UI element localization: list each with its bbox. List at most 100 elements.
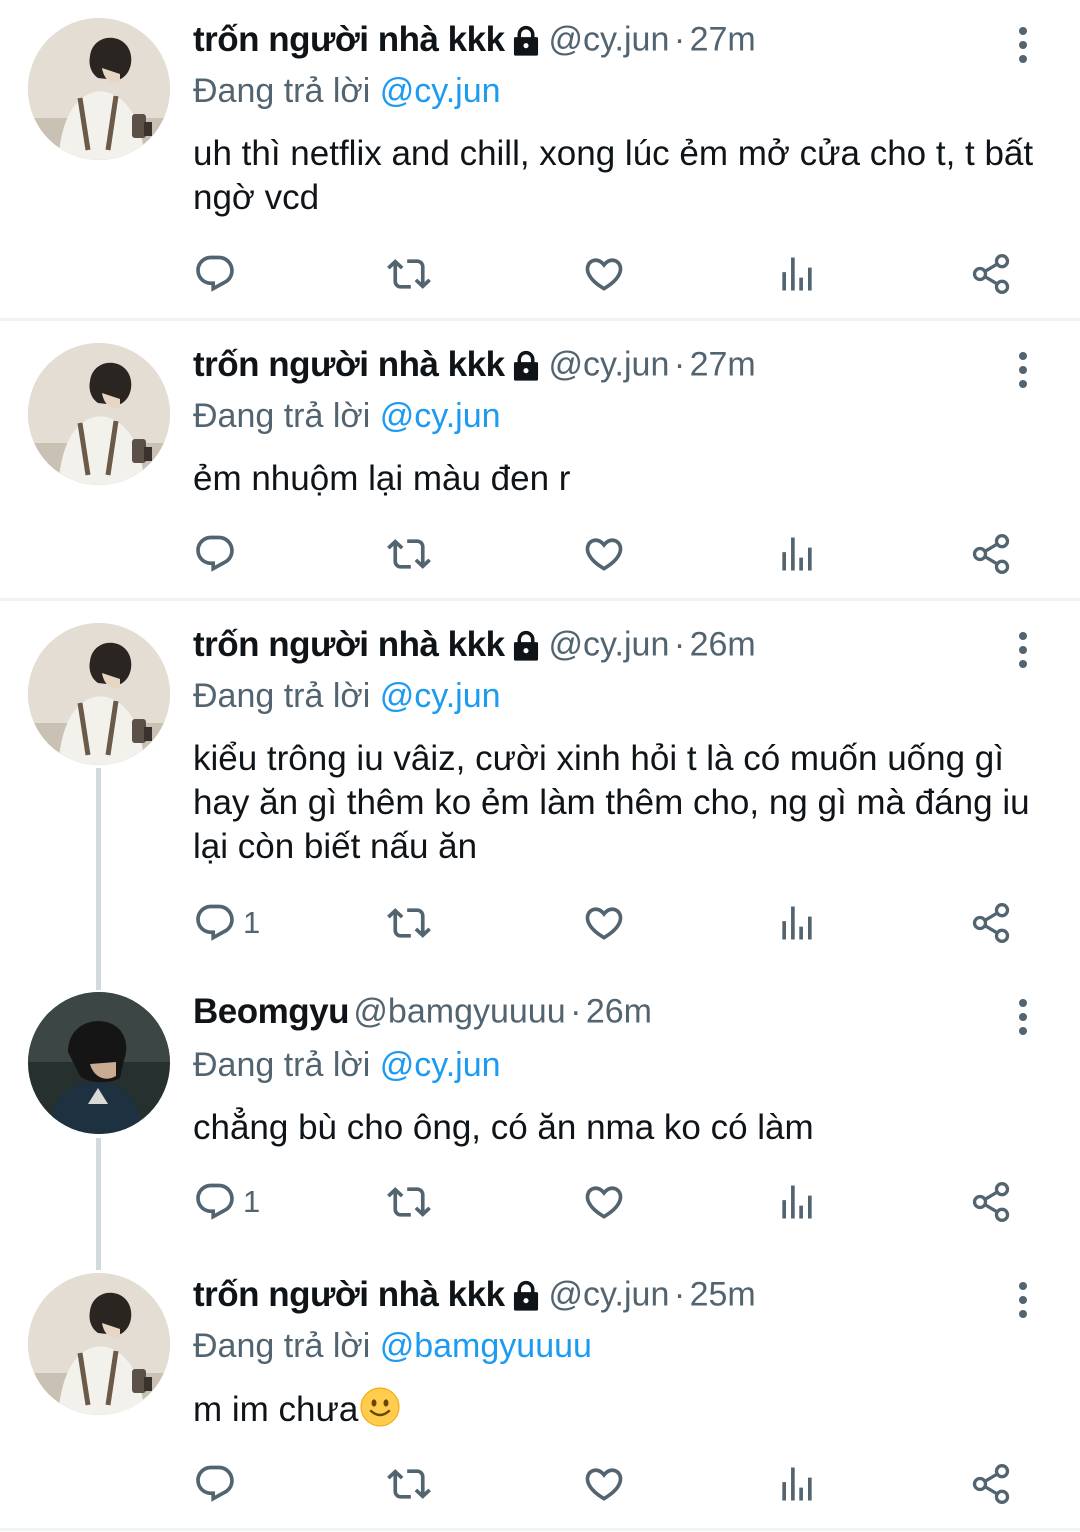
more-options-icon[interactable] <box>1008 20 1038 70</box>
views-button[interactable] <box>775 252 819 296</box>
display-name[interactable]: Beomgyu <box>193 992 349 1031</box>
views-button[interactable] <box>775 901 819 945</box>
tweet-thread: trốn người nhà kkk @cy.jun · 27m Đang trả… <box>0 0 1080 1532</box>
avatar[interactable] <box>28 1273 170 1415</box>
avatar[interactable] <box>28 343 170 485</box>
separator: · <box>673 345 686 384</box>
share-button[interactable] <box>969 1180 1013 1224</box>
mention-link[interactable]: @cy.jun <box>380 677 501 715</box>
replying-to-label: Đang trả lời <box>193 1327 371 1365</box>
like-button[interactable] <box>582 901 626 945</box>
retweet-icon <box>387 1462 431 1506</box>
retweet-button[interactable] <box>387 252 431 296</box>
views-button[interactable] <box>775 1462 819 1506</box>
views-button[interactable] <box>775 532 819 576</box>
mention-link[interactable]: @cy.jun <box>380 397 501 435</box>
timestamp[interactable]: 25m <box>690 1276 756 1314</box>
tweet-text-container: m im chưa <box>193 1387 1043 1432</box>
like-button[interactable] <box>582 1180 626 1224</box>
display-name[interactable]: trốn người nhà kkk <box>193 1275 505 1314</box>
more-options-icon[interactable] <box>1008 625 1038 675</box>
action-bar <box>193 1462 1020 1506</box>
tweet-header: trốn người nhà kkk @cy.jun · 27m <box>193 20 1010 70</box>
analytics-icon <box>775 532 819 576</box>
timestamp[interactable]: 26m <box>586 993 652 1031</box>
replying-to-label: Đang trả lời <box>193 397 371 435</box>
action-bar <box>193 532 1020 576</box>
more-options-icon[interactable] <box>1008 992 1038 1042</box>
retweet-button[interactable] <box>387 1462 431 1506</box>
retweet-button[interactable] <box>387 901 431 945</box>
tweet[interactable]: trốn người nhà kkk @cy.jun · 26m Đang trả… <box>0 604 1080 976</box>
mention-link[interactable]: @cy.jun <box>380 72 501 110</box>
avatar[interactable] <box>28 18 170 160</box>
tweet[interactable]: Beomgyu @bamgyuuuu · 26m Đang trả lời @c… <box>0 976 1080 1256</box>
reply-icon <box>193 1180 237 1224</box>
analytics-icon <box>775 252 819 296</box>
share-button[interactable] <box>969 901 1013 945</box>
reply-icon <box>193 252 237 296</box>
share-button[interactable] <box>969 252 1013 296</box>
replying-to: Đang trả lời @cy.jun <box>193 1046 501 1085</box>
reply-button[interactable] <box>193 532 243 576</box>
reply-icon <box>193 901 237 945</box>
separator: · <box>673 625 686 664</box>
divider <box>0 318 1080 321</box>
reply-button[interactable]: 1 <box>193 1180 260 1224</box>
separator: · <box>673 20 686 59</box>
share-icon <box>969 1180 1013 1224</box>
handle[interactable]: @cy.jun <box>549 626 670 664</box>
timestamp[interactable]: 27m <box>690 346 756 384</box>
replying-to-label: Đang trả lời <box>193 677 371 715</box>
share-button[interactable] <box>969 1462 1013 1506</box>
tweet-header: trốn người nhà kkk @cy.jun · 25m <box>193 1275 1010 1325</box>
retweet-icon <box>387 532 431 576</box>
display-name[interactable]: trốn người nhà kkk <box>193 20 505 59</box>
like-button[interactable] <box>582 532 626 576</box>
timestamp[interactable]: 27m <box>690 21 756 59</box>
reply-count: 1 <box>243 1184 261 1219</box>
tweet-text: uh thì netflix and chill, xong lúc ẻm mở… <box>193 134 1034 217</box>
heart-icon <box>582 901 626 945</box>
handle[interactable]: @bamgyuuuu <box>353 993 565 1031</box>
retweet-button[interactable] <box>387 532 431 576</box>
like-button[interactable] <box>582 252 626 296</box>
more-options-icon[interactable] <box>1008 345 1038 395</box>
lock-icon <box>509 628 543 662</box>
replying-to: Đang trả lời @cy.jun <box>193 72 501 111</box>
views-button[interactable] <box>775 1180 819 1224</box>
handle[interactable]: @cy.jun <box>549 1276 670 1314</box>
reply-button[interactable] <box>193 252 243 296</box>
avatar[interactable] <box>28 623 170 765</box>
tweet-header: trốn người nhà kkk @cy.jun · 26m <box>193 625 1010 675</box>
tweet[interactable]: trốn người nhà kkk @cy.jun · 27m Đang trả… <box>0 0 1080 318</box>
mention-link[interactable]: @bamgyuuuu <box>380 1327 592 1365</box>
handle[interactable]: @cy.jun <box>549 21 670 59</box>
display-name[interactable]: trốn người nhà kkk <box>193 345 505 384</box>
reply-button[interactable] <box>193 1462 243 1506</box>
replying-to: Đang trả lời @bamgyuuuu <box>193 1327 592 1366</box>
display-name[interactable]: trốn người nhà kkk <box>193 625 505 664</box>
replying-to-label: Đang trả lời <box>193 1046 371 1084</box>
tweet[interactable]: trốn người nhà kkk @cy.jun · 27m Đang trả… <box>0 324 1080 600</box>
reply-button[interactable]: 1 <box>193 901 260 945</box>
divider <box>0 1528 1080 1531</box>
avatar[interactable] <box>28 992 170 1134</box>
tweet[interactable]: trốn người nhà kkk @cy.jun · 25m Đang trả… <box>0 1256 1080 1526</box>
tweet-header: trốn người nhà kkk @cy.jun · 27m <box>193 345 1010 395</box>
mention-link[interactable]: @cy.jun <box>380 1046 501 1084</box>
more-options-icon[interactable] <box>1008 1275 1038 1325</box>
timestamp[interactable]: 26m <box>690 626 756 664</box>
share-button[interactable] <box>969 532 1013 576</box>
like-button[interactable] <box>582 1462 626 1506</box>
divider <box>0 598 1080 601</box>
retweet-icon <box>387 901 431 945</box>
retweet-icon <box>387 1180 431 1224</box>
separator: · <box>673 1275 686 1314</box>
retweet-button[interactable] <box>387 1180 431 1224</box>
heart-icon <box>582 532 626 576</box>
tweet-text: chẳng bù cho ông, có ăn nma ko có làm <box>193 1108 814 1147</box>
handle[interactable]: @cy.jun <box>549 346 670 384</box>
lock-icon <box>509 1278 543 1312</box>
lock-icon <box>509 23 543 57</box>
